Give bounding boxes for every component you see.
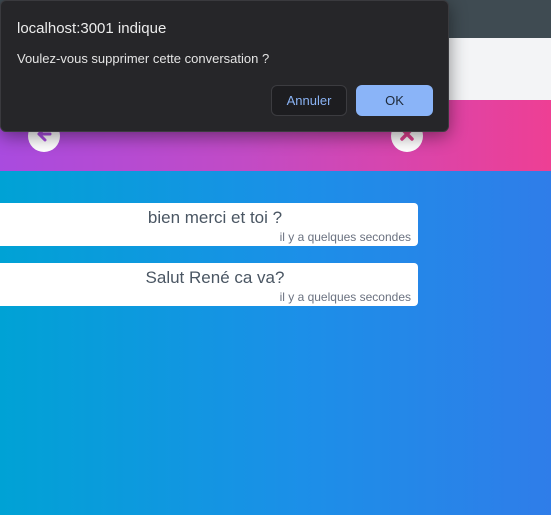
dialog-title: localhost:3001 indique <box>17 20 167 37</box>
page: bien merci et toi ? il y a quelques seco… <box>0 0 551 515</box>
message-text: bien merci et toi ? <box>147 208 283 227</box>
confirm-dialog: localhost:3001 indique Voulez-vous suppr… <box>0 0 449 132</box>
ok-button[interactable]: OK <box>356 85 433 116</box>
message-bubble: Salut René ca va? il y a quelques second… <box>0 263 418 306</box>
message-bubble: bien merci et toi ? il y a quelques seco… <box>0 203 418 246</box>
message-timestamp: il y a quelques secondes <box>279 230 411 244</box>
message-text: Salut René ca va? <box>145 268 285 287</box>
message-timestamp: il y a quelques secondes <box>279 290 411 304</box>
dialog-message: Voulez-vous supprimer cette conversation… <box>17 51 270 66</box>
cancel-button[interactable]: Annuler <box>271 85 347 116</box>
